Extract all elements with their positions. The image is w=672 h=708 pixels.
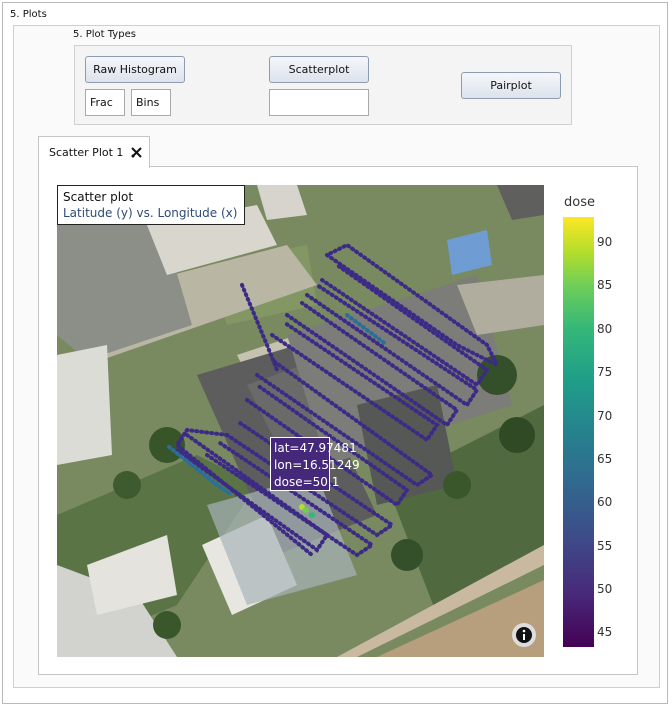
frac-input[interactable]: Frac <box>85 89 125 116</box>
colorbar-title: dose <box>564 195 595 210</box>
colorbar-tick: 55 <box>597 539 613 553</box>
tooltip-lat: lat=47.97481 <box>274 441 357 455</box>
tab-label: Scatter Plot 1 <box>49 146 124 159</box>
plot-title-box: Scatter plot Latitude (y) vs. Longitude … <box>57 185 245 225</box>
scatterplot-input[interactable] <box>269 89 369 116</box>
close-tab-icon[interactable] <box>130 146 143 159</box>
colorbar-tick: 65 <box>597 452 613 466</box>
colorbar-tick: 45 <box>597 625 613 639</box>
scatter-plot-area[interactable] <box>57 185 544 657</box>
colorbar <box>563 217 594 647</box>
bins-input[interactable]: Bins <box>131 89 171 116</box>
info-icon[interactable] <box>512 623 536 647</box>
scatterplot-button[interactable]: Scatterplot <box>269 56 369 83</box>
tab-scatter-plot-1[interactable]: Scatter Plot 1 <box>38 136 150 168</box>
section-title: 5. Plots <box>10 9 47 20</box>
pairplot-button[interactable]: Pairplot <box>461 72 561 99</box>
colorbar-tick: 50 <box>597 582 613 596</box>
hover-tooltip: lat=47.97481 lon=16.51249 dose=50.1 <box>270 437 360 491</box>
colorbar-tick: 85 <box>597 278 613 292</box>
raw-histogram-button[interactable]: Raw Histogram <box>85 56 185 83</box>
colorbar-tick: 80 <box>597 322 613 336</box>
colorbar-tick: 90 <box>597 235 613 249</box>
colorbar-tick: 60 <box>597 495 613 509</box>
plot-title: Scatter plot <box>63 190 134 204</box>
colorbar-tick: 70 <box>597 409 613 423</box>
tooltip-lon: lon=16.51249 <box>274 458 360 472</box>
tooltip-dose: dose=50.1 <box>274 475 340 489</box>
colorbar-tick: 75 <box>597 365 613 379</box>
plot-types-title: 5. Plot Types <box>73 29 136 40</box>
satellite-map-background <box>57 185 544 657</box>
plot-subtitle: Latitude (y) vs. Longitude (x) <box>63 206 238 220</box>
